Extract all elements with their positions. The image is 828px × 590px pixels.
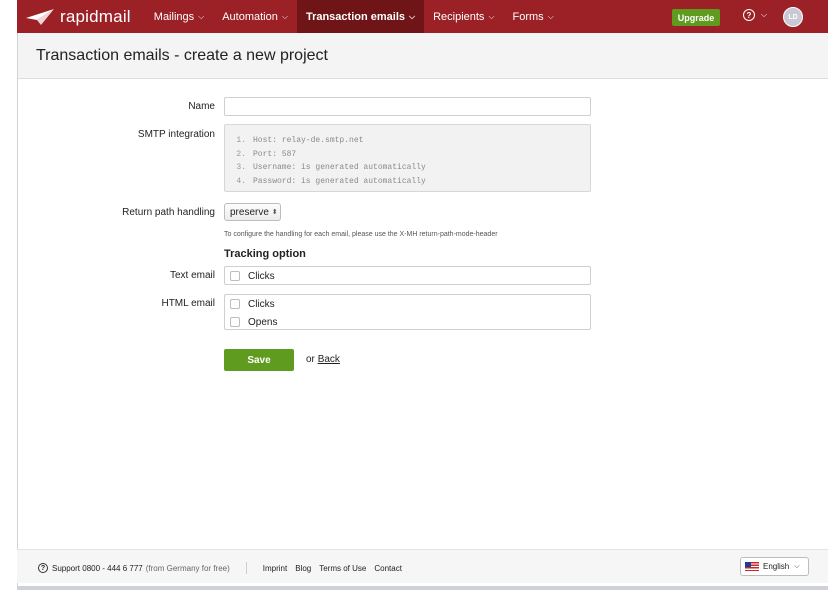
- app-window: rapidmail Mailings ⌵ Automation ⌵ Transa…: [0, 0, 828, 590]
- line-number: 2.: [236, 149, 246, 159]
- name-label: Name: [188, 101, 215, 112]
- support-note: (from Germany for free): [145, 563, 230, 573]
- or-text: or: [306, 354, 315, 365]
- text-email-label: Text email: [169, 270, 215, 281]
- line-number: 3.: [236, 163, 246, 173]
- save-button[interactable]: Save: [224, 349, 294, 371]
- nav-automation[interactable]: Automation ⌵: [213, 0, 297, 33]
- footer-links: ? Support 0800 - 444 6 777 (from Germany…: [38, 562, 410, 574]
- html-email-options: Clicks Opens: [224, 294, 591, 330]
- code-line: 1. Host: relay-de.smtp.net: [225, 134, 590, 148]
- code-text: Password: is generated automatically: [253, 176, 426, 186]
- nav-mailings-label: Mailings: [153, 10, 195, 23]
- paper-plane-icon: [26, 8, 54, 25]
- question-circle-icon: ?: [743, 9, 755, 21]
- nav-forms-label: Forms: [512, 10, 544, 23]
- smtp-integration-code-block: 1. Host: relay-de.smtp.net 2. Port: 587 3.…: [224, 124, 591, 192]
- html-email-label: HTML email: [161, 298, 215, 309]
- nav-recipients[interactable]: Recipients ⌵: [424, 0, 503, 33]
- checkbox[interactable]: [230, 299, 240, 309]
- chevron-down-icon: ⌵: [761, 10, 768, 19]
- code-text: Port: 587: [253, 149, 297, 159]
- language-select[interactable]: English ⌵: [740, 557, 809, 576]
- line-number: 1.: [236, 136, 246, 146]
- horizontal-scrollbar[interactable]: [17, 586, 828, 590]
- nav-recipients-label: Recipients: [433, 10, 485, 23]
- language-label: English: [763, 562, 790, 571]
- text-email-options: Clicks: [224, 266, 591, 285]
- checkbox[interactable]: [230, 271, 240, 281]
- support-phone: Support 0800 - 444 6 777: [52, 563, 143, 573]
- chevron-down-icon: ⌵: [488, 11, 495, 21]
- nav-forms[interactable]: Forms ⌵: [504, 0, 563, 33]
- question-circle-icon: ?: [38, 563, 48, 573]
- chevron-down-icon: ⌵: [794, 562, 800, 570]
- option-label: Clicks: [248, 270, 275, 282]
- html-email-opens-option[interactable]: Opens: [225, 313, 590, 331]
- code-line: 3. Username: is generated automatically: [225, 161, 590, 175]
- nav-mailings[interactable]: Mailings ⌵: [145, 0, 213, 33]
- upgrade-button[interactable]: Upgrade: [672, 9, 720, 26]
- nav-automation-label: Automation: [222, 10, 278, 23]
- chevron-down-icon: ⌵: [281, 11, 288, 21]
- return-path-hint: To configure the handling for each email…: [224, 231, 498, 238]
- user-avatar[interactable]: LD: [783, 7, 803, 27]
- return-path-label: Return path handling: [122, 207, 215, 218]
- footer-separator: [245, 562, 247, 574]
- footer-link-contact[interactable]: Contact: [374, 564, 402, 573]
- footer-link-terms[interactable]: Terms of Use: [319, 564, 366, 573]
- frame-divider: [17, 33, 18, 587]
- nav-transaction-emails[interactable]: Transaction emails ⌵: [296, 0, 425, 33]
- page-header: Transaction emails - create a new projec…: [17, 33, 828, 79]
- return-path-value: preserve: [230, 206, 269, 218]
- line-number: 4.: [236, 176, 246, 186]
- select-arrows-icon: ⬍: [271, 209, 278, 216]
- option-label: Opens: [248, 316, 278, 328]
- code-line: 4. Password: is generated automatically: [225, 175, 590, 189]
- name-input[interactable]: [224, 97, 591, 116]
- brand-name: rapidmail: [60, 6, 131, 26]
- main-nav: Mailings ⌵ Automation ⌵ Transaction emai…: [145, 0, 563, 33]
- help-menu[interactable]: ? ⌵: [743, 9, 767, 21]
- code-text: Username: is generated automatically: [253, 163, 426, 173]
- code-line: 2. Port: 587: [225, 148, 590, 162]
- return-path-select[interactable]: preserve ⬍: [224, 203, 281, 221]
- tracking-option-title: Tracking option: [224, 248, 306, 260]
- code-text: Host: relay-de.smtp.net: [253, 136, 364, 146]
- us-flag-icon: [745, 562, 759, 571]
- nav-transaction-emails-label: Transaction emails: [305, 10, 405, 23]
- footer-link-imprint[interactable]: Imprint: [263, 564, 287, 573]
- option-label: Clicks: [248, 298, 275, 310]
- chevron-down-icon: ⌵: [198, 11, 205, 21]
- brand-logo[interactable]: rapidmail: [25, 7, 131, 27]
- smtp-integration-label: SMTP integration: [137, 129, 215, 140]
- footer: ? Support 0800 - 444 6 777 (from Germany…: [17, 549, 828, 583]
- chevron-down-icon: ⌵: [409, 11, 416, 21]
- text-email-clicks-option[interactable]: Clicks: [225, 267, 590, 285]
- back-link[interactable]: Back: [318, 354, 340, 365]
- footer-link-blog[interactable]: Blog: [295, 564, 311, 573]
- page-title: Transaction emails - create a new projec…: [36, 47, 328, 64]
- checkbox[interactable]: [230, 317, 240, 327]
- chevron-down-icon: ⌵: [547, 11, 554, 21]
- html-email-clicks-option[interactable]: Clicks: [225, 295, 590, 313]
- or-back-text: or Back: [306, 354, 340, 365]
